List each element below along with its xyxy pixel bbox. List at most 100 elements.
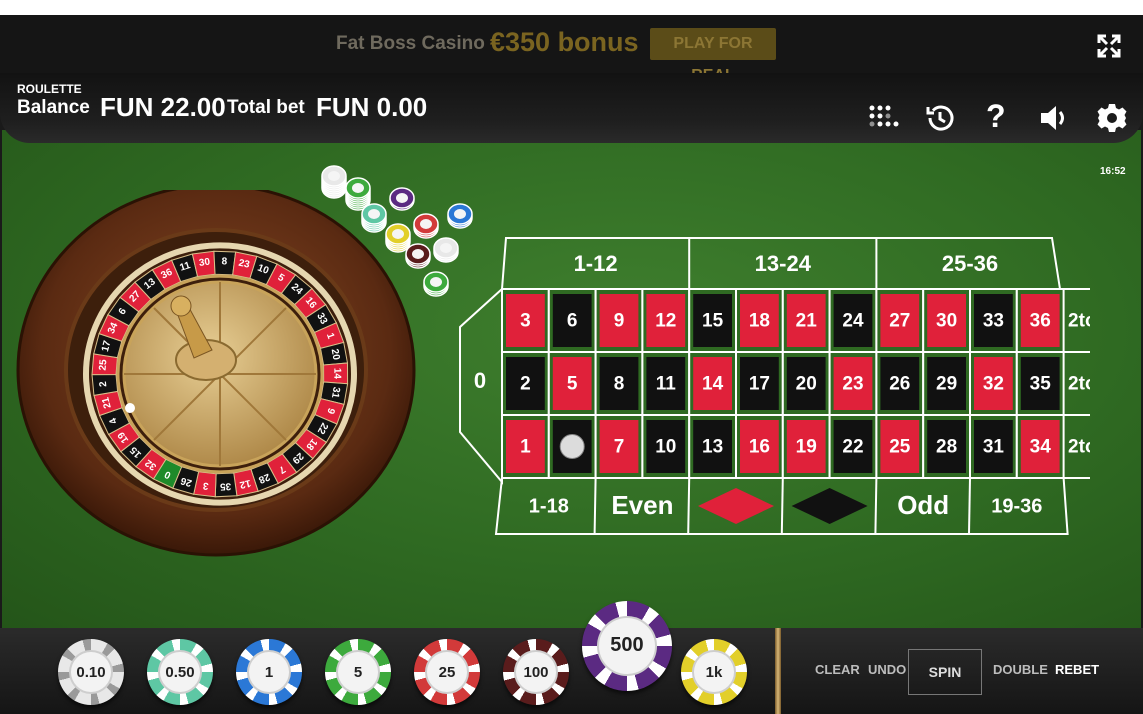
outside-bet-odd[interactable]: Odd	[897, 490, 949, 520]
chip-value-0.10: 0.10	[68, 649, 114, 695]
spin-button[interactable]: SPIN	[908, 649, 982, 695]
game-title: ROULETTE	[17, 82, 82, 96]
number-label-15: 15	[702, 311, 724, 332]
chip-value-1: 1	[246, 649, 292, 695]
win-marker	[559, 434, 585, 459]
table-chip-stack	[328, 171, 340, 181]
chip-25[interactable]: 25	[414, 639, 480, 705]
brand-name[interactable]: Fat Boss Casino	[336, 33, 485, 55]
outside-bet-even[interactable]: Even	[611, 490, 673, 520]
table-chip-stack	[454, 209, 466, 219]
chip-value-500: 500	[597, 616, 657, 676]
table-chip-stack	[420, 219, 432, 229]
number-label-7: 7	[614, 437, 625, 458]
table-chip-stack	[352, 183, 364, 193]
chip-1k[interactable]: 1k	[681, 639, 747, 705]
number-label-29: 29	[936, 374, 957, 395]
dozen-bet-1[interactable]: 1-12	[574, 251, 618, 276]
balance-value: FUN 22.00	[100, 92, 226, 122]
chip-500[interactable]: 500	[582, 601, 672, 691]
sound-icon[interactable]	[1038, 102, 1070, 134]
chip-value-0.50: 0.50	[157, 649, 203, 695]
number-label-3: 3	[520, 311, 531, 332]
outside-bet-1-18[interactable]: 1-18	[529, 495, 569, 517]
chip-value-5: 5	[335, 649, 381, 695]
number-label-26: 26	[889, 374, 910, 395]
chip-5[interactable]: 5	[325, 639, 391, 705]
total-bet-value: FUN 0.00	[316, 92, 428, 122]
betting-board: 1-12 13-24 25-3603 6 9 12 15 18 21 24 27 30 33 362 5 8 1…	[459, 237, 1090, 535]
wheel-number: 31	[329, 386, 342, 399]
wheel-number: 30	[198, 257, 211, 269]
chip-value-1k: 1k	[691, 649, 737, 695]
black-bet[interactable]	[791, 488, 868, 524]
chip-1[interactable]: 1	[236, 639, 302, 705]
chip-100[interactable]: 100	[503, 639, 569, 705]
number-label-6: 6	[567, 311, 578, 332]
column-bet-1[interactable]: 2to1	[1068, 437, 1090, 458]
bonus-text[interactable]: €350 bonus	[490, 27, 639, 58]
number-label-18: 18	[749, 311, 770, 332]
number-label-27: 27	[889, 311, 910, 332]
total-bet-label: Total bet	[227, 97, 305, 118]
number-label-32: 32	[983, 374, 1004, 395]
chip-value-100: 100	[513, 649, 559, 695]
help-icon[interactable]: ?	[986, 98, 1018, 134]
number-label-31: 31	[983, 437, 1005, 458]
roulette-ball	[125, 403, 135, 413]
number-label-21: 21	[796, 311, 818, 332]
number-label-9: 9	[614, 311, 625, 332]
number-label-5: 5	[567, 374, 578, 395]
number-label-22: 22	[842, 437, 863, 458]
number-label-17: 17	[749, 374, 770, 395]
double-button[interactable]: DOUBLE	[993, 662, 1048, 677]
undo-button[interactable]: UNDO	[868, 662, 906, 677]
wheel-number: 8	[221, 256, 227, 267]
number-label-14: 14	[702, 374, 724, 395]
number-label-12: 12	[655, 311, 676, 332]
table-chip-stack	[412, 249, 424, 259]
chip-0.10[interactable]: 0.10	[58, 639, 124, 705]
number-label-23: 23	[842, 374, 863, 395]
wheel-number: 25	[98, 359, 110, 371]
number-0[interactable]: 0	[474, 368, 486, 393]
number-label-28: 28	[936, 437, 957, 458]
history-icon[interactable]	[924, 102, 956, 134]
outside-bet-19-36[interactable]: 19-36	[991, 495, 1042, 517]
tray-divider	[775, 628, 781, 714]
number-label-35: 35	[1030, 374, 1052, 395]
dozen-bet-3[interactable]: 25-36	[942, 251, 998, 276]
statistics-icon[interactable]	[867, 102, 899, 134]
chip-value-25: 25	[424, 649, 470, 695]
table-chip-stack	[368, 209, 380, 219]
clock-time: 16:52	[1100, 166, 1126, 177]
number-label-34: 34	[1030, 437, 1052, 458]
number-label-11: 11	[656, 374, 677, 395]
number-label-19: 19	[796, 437, 817, 458]
rebet-button[interactable]: REBET	[1055, 662, 1099, 677]
number-label-33: 33	[983, 311, 1004, 332]
number-label-1: 1	[520, 437, 531, 458]
number-label-30: 30	[936, 311, 957, 332]
table-chip-stack	[396, 193, 408, 203]
number-label-16: 16	[749, 437, 770, 458]
wheel-number: 35	[219, 480, 231, 492]
fullscreen-icon[interactable]	[1096, 33, 1122, 59]
balance-label: Balance	[17, 97, 90, 118]
number-label-13: 13	[702, 437, 723, 458]
chip-0.50[interactable]: 0.50	[147, 639, 213, 705]
clear-button[interactable]: CLEAR	[815, 662, 860, 677]
table-chip-stack	[392, 229, 404, 239]
number-label-20: 20	[796, 374, 817, 395]
number-label-8: 8	[614, 374, 625, 395]
dozen-bet-2[interactable]: 13-24	[755, 251, 812, 276]
number-label-2: 2	[520, 374, 531, 395]
number-label-24: 24	[842, 311, 864, 332]
column-bet-2[interactable]: 2to1	[1068, 374, 1090, 395]
red-bet[interactable]	[698, 488, 774, 524]
settings-gear-icon[interactable]	[1096, 102, 1128, 134]
play-for-real-button[interactable]: PLAY FOR REAL	[650, 28, 776, 84]
column-bet-3[interactable]: 2to1	[1068, 311, 1090, 332]
wheel-number: 14	[331, 368, 342, 380]
number-label-36: 36	[1030, 311, 1051, 332]
